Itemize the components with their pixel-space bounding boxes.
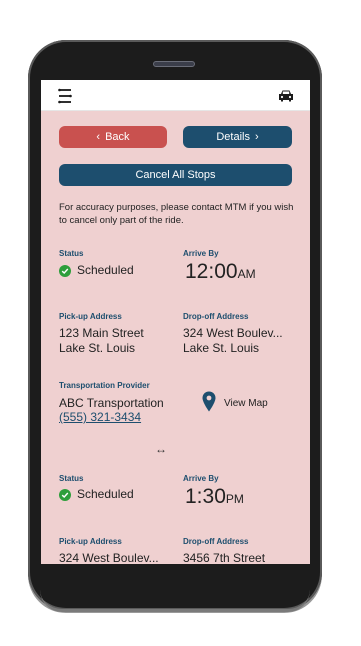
status-text: Scheduled <box>77 487 134 501</box>
back-button[interactable]: ‹ Back <box>59 126 167 148</box>
cancel-note: For accuracy purposes, please contact MT… <box>59 202 294 226</box>
phone-bottom-edge <box>40 590 310 612</box>
dropoff-line2: Lake St. Louis <box>183 341 260 355</box>
menu-icon[interactable] <box>58 87 72 105</box>
arrive-ampm: PM <box>225 492 244 506</box>
arrive-by-time: 12:00AM <box>185 260 256 284</box>
dropoff-line1: 3456 7th Street <box>183 551 266 564</box>
pickup-label: Pick-up Address <box>59 537 122 546</box>
pickup-line1: 123 Main Street <box>59 326 144 340</box>
arrive-ampm: AM <box>237 267 256 281</box>
arrive-by-label: Arrive By <box>183 474 219 483</box>
details-button-label: Details <box>216 131 250 143</box>
pickup-label: Pick-up Address <box>59 312 122 321</box>
arrive-by-time: 1:30PM <box>185 485 244 509</box>
swap-arrow-icon: ↔ <box>155 442 167 456</box>
status-value: Scheduled <box>59 263 134 278</box>
check-circle-icon <box>59 264 71 277</box>
car-icon[interactable] <box>278 89 294 102</box>
dropoff-label: Drop-off Address <box>183 537 249 546</box>
dropoff-label: Drop-off Address <box>183 312 249 321</box>
provider-label: Transportation Provider <box>59 381 150 390</box>
check-circle-icon <box>59 488 71 501</box>
cancel-all-stops-button[interactable]: Cancel All Stops <box>59 164 292 186</box>
app-screen: ‹ Back Details › Cancel All Stops For ac… <box>41 80 310 564</box>
arrive-by-label: Arrive By <box>183 249 219 258</box>
top-bar <box>41 80 310 111</box>
map-pin-icon[interactable] <box>202 391 216 412</box>
pickup-line1: 324 West Boulev... <box>59 551 159 564</box>
details-button[interactable]: Details › <box>183 126 292 148</box>
provider-name: ABC Transportation <box>59 396 164 410</box>
phone-speaker <box>153 61 195 67</box>
view-map-link[interactable]: View Map <box>224 398 268 409</box>
cancel-all-stops-label: Cancel All Stops <box>135 169 216 181</box>
pickup-line2: Lake St. Louis <box>59 341 136 355</box>
chevron-right-icon: › <box>254 131 259 143</box>
status-text: Scheduled <box>77 263 134 277</box>
status-value: Scheduled <box>59 487 134 502</box>
provider-phone-link[interactable]: (555) 321-3434 <box>59 410 141 425</box>
back-button-label: Back <box>105 131 130 143</box>
dropoff-line1: 324 West Boulev... <box>183 326 283 340</box>
arrive-time: 12:00 <box>185 260 238 283</box>
chevron-left-icon: ‹ <box>96 131 101 143</box>
status-label: Status <box>59 249 84 258</box>
status-label: Status <box>59 474 84 483</box>
arrive-time: 1:30 <box>185 485 226 508</box>
